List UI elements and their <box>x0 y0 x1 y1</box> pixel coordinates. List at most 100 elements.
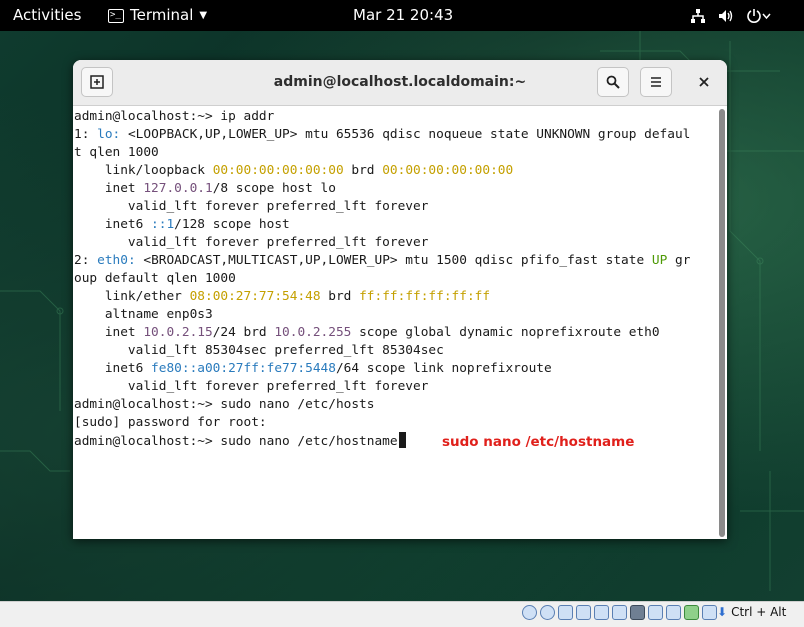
terminal-line: valid_lft 85304sec preferred_lft 85304se… <box>74 342 690 360</box>
terminal-text-segment: scope global dynamic noprefixroute eth0 <box>351 325 660 340</box>
search-button[interactable] <box>597 67 629 97</box>
terminal-text-segment: inet <box>74 325 144 340</box>
vbox-device-icons <box>522 605 717 620</box>
window-header-bar[interactable]: admin@localhost.localdomain:~ <box>73 60 727 106</box>
terminal-text-segment: 2: <box>74 253 98 268</box>
terminal-line: inet6 ::1/128 scope host <box>74 216 690 234</box>
terminal-line: inet 127.0.0.1/8 scope host lo <box>74 180 690 198</box>
terminal-text-segment: /8 scope host lo <box>212 181 336 196</box>
optical-drive-icon[interactable] <box>540 605 555 620</box>
close-button[interactable] <box>692 67 716 97</box>
terminal-output[interactable]: admin@localhost:~> ip addr 1: lo: <LOOPBA… <box>73 106 717 539</box>
new-tab-button[interactable] <box>81 67 113 97</box>
terminal-text-segment: valid_lft forever preferred_lft forever <box>74 199 429 214</box>
terminal-line: 2: eth0: <BROADCAST,MULTICAST,UP,LOWER_U… <box>74 252 690 270</box>
terminal-text-segment: lo: <box>97 127 121 142</box>
scrollbar-thumb[interactable] <box>719 109 725 537</box>
vt-x-icon[interactable] <box>684 605 699 620</box>
terminal-text-segment: /24 brd <box>212 325 275 340</box>
gnome-top-bar: Activities >_ Terminal ▼ Mar 21 20:43 <box>0 0 804 31</box>
terminal-line: valid_lft forever preferred_lft forever <box>74 378 690 396</box>
new-tab-icon <box>90 75 104 89</box>
terminal-icon: >_ <box>108 8 124 23</box>
system-tray[interactable] <box>690 0 772 31</box>
terminal-text-segment: brd <box>343 163 383 178</box>
terminal-text-segment: <LOOPBACK,UP,LOWER_UP> mtu 65536 qdisc n… <box>120 127 691 142</box>
terminal-line: valid_lft forever preferred_lft forever <box>74 198 690 216</box>
terminal-line: [sudo] password for root: <box>74 414 690 432</box>
terminal-text-segment: oup default qlen 1000 <box>74 271 236 286</box>
terminal-text-segment: link/ether <box>74 289 190 304</box>
terminal-line: admin@localhost:~> sudo nano /etc/hosts <box>74 396 690 414</box>
terminal-text-segment: admin@localhost:~> sudo nano /etc/hosts <box>74 397 375 412</box>
usb-icon[interactable] <box>594 605 609 620</box>
terminal-text-segment: 08:00:27:77:54:48 <box>189 289 321 304</box>
terminal-text-segment: altname enp0s3 <box>74 307 213 322</box>
terminal-text-segment: eth0: <box>97 253 136 268</box>
terminal-line: valid_lft forever preferred_lft forever <box>74 234 690 252</box>
terminal-text-segment: brd <box>320 289 360 304</box>
terminal-line: 1: lo: <LOOPBACK,UP,LOWER_UP> mtu 65536 … <box>74 126 690 144</box>
power-icon <box>747 8 771 23</box>
terminal-text-segment: [sudo] password for root: <box>74 415 267 430</box>
host-key-indicator: ⬇ Ctrl + Alt <box>717 605 786 619</box>
down-arrow-icon: ⬇ <box>717 605 728 619</box>
activities-button[interactable]: Activities <box>13 0 81 31</box>
terminal-text-segment: /128 scope host <box>174 217 290 232</box>
app-menu-button[interactable]: >_ Terminal ▼ <box>108 0 207 31</box>
terminal-text-segment: fe80::a00:27ff:fe77:5448 <box>151 361 336 376</box>
terminal-text-segment: 10.0.2.15 <box>143 325 213 340</box>
terminal-text-segment: 1: <box>74 127 98 142</box>
display-icon[interactable] <box>630 605 645 620</box>
terminal-text-segment: ::1 <box>151 217 175 232</box>
terminal-text-segment: valid_lft forever preferred_lft forever <box>74 379 429 394</box>
host-key-label: Ctrl + Alt <box>731 605 787 619</box>
menu-button[interactable] <box>640 67 672 97</box>
mouse-integration-icon[interactable] <box>702 605 717 620</box>
terminal-text-segment: admin@localhost:~> ip addr <box>74 109 275 124</box>
virtualbox-status-bar: ⬇ Ctrl + Alt <box>0 601 804 627</box>
search-icon <box>606 75 620 89</box>
terminal-text-segment: gr <box>667 253 691 268</box>
close-icon <box>699 77 709 87</box>
terminal-line: link/loopback 00:00:00:00:00:00 brd 00:0… <box>74 162 690 180</box>
terminal-line: inet6 fe80::a00:27ff:fe77:5448/64 scope … <box>74 360 690 378</box>
terminal-lines: admin@localhost:~> ip addr 1: lo: <LOOPBA… <box>74 108 690 450</box>
terminal-line: link/ether 08:00:27:77:54:48 brd ff:ff:f… <box>74 288 690 306</box>
shared-folder-icon[interactable] <box>612 605 627 620</box>
network-icon <box>691 8 705 23</box>
recording-icon[interactable] <box>648 605 663 620</box>
terminal-text-segment: ff:ff:ff:ff:ff:ff <box>359 289 491 304</box>
terminal-text-segment: <BROADCAST,MULTICAST,UP,LOWER_UP> mtu 15… <box>135 253 652 268</box>
hamburger-icon <box>651 77 661 87</box>
chevron-down-icon: ▼ <box>199 10 208 21</box>
volume-icon <box>719 9 733 22</box>
terminal-line: t qlen 1000 <box>74 144 690 162</box>
terminal-text-segment: inet <box>74 181 144 196</box>
hard-disk-icon[interactable] <box>522 605 537 620</box>
terminal-line: inet 10.0.2.15/24 brd 10.0.2.255 scope g… <box>74 324 690 342</box>
terminal-line: oup default qlen 1000 <box>74 270 690 288</box>
clock[interactable]: Mar 21 20:43 <box>353 0 453 31</box>
command-annotation: sudo nano /etc/hostname <box>442 434 635 450</box>
terminal-text-segment: valid_lft forever preferred_lft forever <box>74 235 429 250</box>
terminal-text-segment: /64 scope link noprefixroute <box>335 361 552 376</box>
terminal-text-segment: UP <box>651 253 668 268</box>
app-menu-label: Terminal <box>130 6 194 24</box>
audio-icon[interactable] <box>558 605 573 620</box>
terminal-text-segment: inet6 <box>74 361 152 376</box>
terminal-text-segment: 127.0.0.1 <box>143 181 213 196</box>
terminal-text-segment: t qlen 1000 <box>74 145 159 160</box>
terminal-text-segment: 10.0.2.255 <box>274 325 352 340</box>
terminal-line: altname enp0s3 <box>74 306 690 324</box>
cpu-icon[interactable] <box>666 605 681 620</box>
terminal-text-segment: 00:00:00:00:00:00 <box>212 163 344 178</box>
terminal-text-segment: 00:00:00:00:00:00 <box>382 163 514 178</box>
terminal-window[interactable]: admin@localhost.localdomain:~ admin@loca… <box>73 60 727 539</box>
terminal-line: admin@localhost:~> ip addr <box>74 108 690 126</box>
network-adapter-icon[interactable] <box>576 605 591 620</box>
terminal-text-segment: link/loopback <box>74 163 213 178</box>
terminal-scrollbar[interactable] <box>717 106 727 539</box>
text-cursor <box>398 432 406 448</box>
terminal-text-segment: valid_lft 85304sec preferred_lft 85304se… <box>74 343 444 358</box>
